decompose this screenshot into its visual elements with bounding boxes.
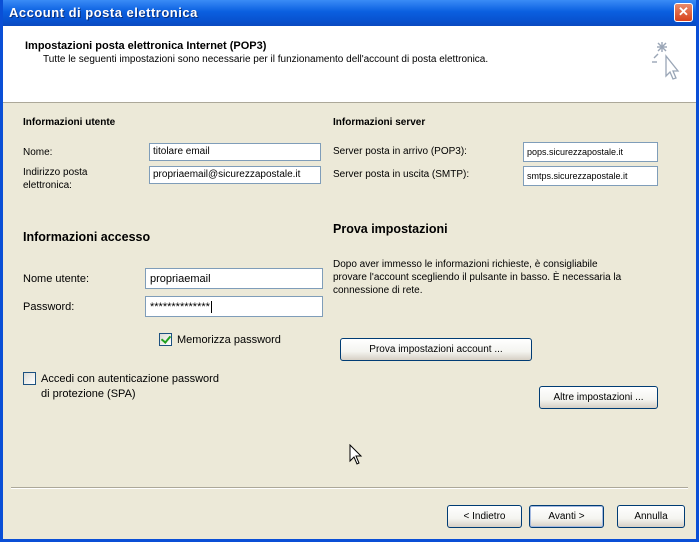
- remember-password-label: Memorizza password: [177, 334, 281, 346]
- spa-checkbox[interactable]: [23, 372, 36, 385]
- outgoing-server-label: Server posta in uscita (SMTP):: [333, 169, 470, 180]
- username-field[interactable]: propriaemail: [145, 268, 323, 289]
- next-button[interactable]: Avanti >: [529, 505, 604, 528]
- incoming-server-field[interactable]: pops.sicurezzapostale.it: [523, 142, 658, 162]
- name-label: Nome:: [23, 147, 53, 158]
- title-bar[interactable]: Account di posta elettronica ✕: [3, 0, 696, 26]
- back-button[interactable]: < Indietro: [447, 505, 522, 528]
- email-field[interactable]: propriaemail@sicurezzapostale.it: [149, 166, 321, 184]
- header-title: Impostazioni posta elettronica Internet …: [25, 40, 267, 52]
- incoming-server-label: Server posta in arrivo (POP3):: [333, 146, 467, 157]
- spa-label-line2: di protezione (SPA): [41, 388, 136, 400]
- username-label: Nome utente:: [23, 273, 90, 285]
- mouse-pointer-icon: [349, 444, 363, 465]
- cancel-button[interactable]: Annulla: [617, 505, 685, 528]
- email-label: Indirizzo posta elettronica:: [23, 167, 88, 191]
- password-value: **************: [150, 301, 210, 313]
- server-info-heading: Informazioni server: [333, 117, 426, 128]
- window-title: Account di posta elettronica: [9, 5, 198, 20]
- wizard-sparkle-cursor-icon: [652, 42, 680, 80]
- password-field[interactable]: **************: [145, 296, 323, 317]
- wizard-header: Impostazioni posta elettronica Internet …: [3, 26, 696, 103]
- test-account-button[interactable]: Prova impostazioni account ...: [340, 338, 532, 361]
- spa-label: Accedi con autenticazione password di pr…: [41, 372, 219, 402]
- user-info-heading: Informazioni utente: [23, 117, 116, 128]
- password-label: Password:: [23, 301, 75, 313]
- footer-separator: [11, 487, 688, 489]
- account-dialog: Account di posta elettronica ✕ Impostazi…: [0, 0, 699, 542]
- access-info-heading: Informazioni accesso: [23, 230, 151, 244]
- close-icon[interactable]: ✕: [674, 3, 693, 22]
- outgoing-server-field[interactable]: smtps.sicurezzapostale.it: [523, 166, 658, 186]
- name-field[interactable]: titolare email: [149, 143, 321, 161]
- header-subtitle: Tutte le seguenti impostazioni sono nece…: [43, 54, 489, 65]
- test-settings-description: Dopo aver immesso le informazioni richie…: [333, 259, 622, 296]
- text-caret: [210, 301, 212, 314]
- test-settings-heading: Prova impostazioni: [333, 222, 448, 236]
- remember-password-checkbox[interactable]: [159, 333, 172, 346]
- spa-label-line1: Accedi con autenticazione password: [41, 373, 219, 385]
- more-settings-button[interactable]: Altre impostazioni ...: [539, 386, 658, 409]
